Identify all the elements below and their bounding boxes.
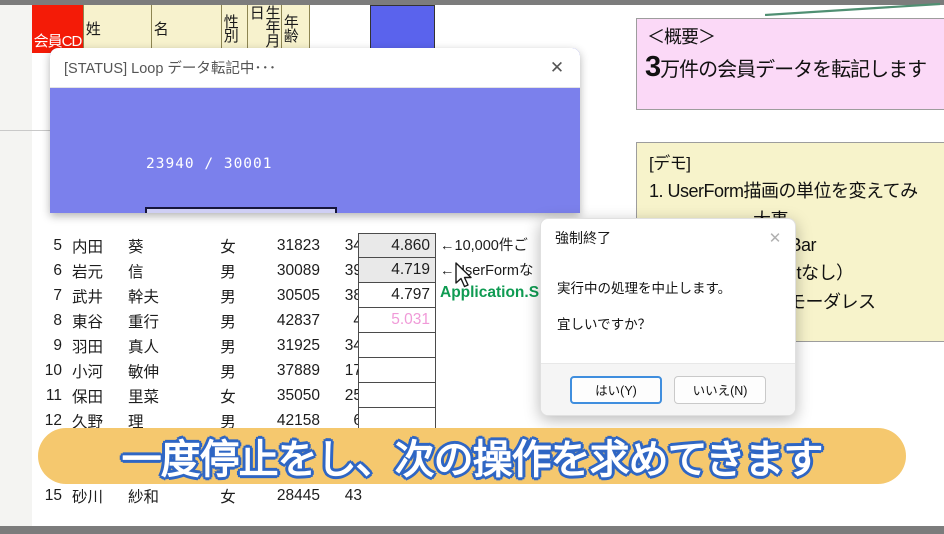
cell-birthday: 37889: [276, 361, 320, 379]
dialog-message-line-1: 実行中の処理を中止します。: [557, 281, 732, 296]
cell-first-name: 信: [128, 263, 144, 281]
mouse-cursor: [455, 262, 475, 295]
cell-row-number: 12: [44, 411, 62, 429]
summary-note: ＜概要＞ 3万件の会員データを転記します: [636, 18, 944, 110]
header-blue-block: [370, 5, 435, 53]
cell-row-number: 9: [53, 336, 62, 354]
header-first-name: 名: [152, 5, 222, 53]
summary-count: 3: [645, 51, 661, 83]
demo-line-1: 1. UserForm描画の単位を変えてみ: [649, 181, 918, 201]
cell-row-number: 8: [53, 311, 62, 329]
header-age: 年齢: [282, 5, 310, 53]
progress-counter: 23940 / 30001: [146, 156, 273, 172]
cell-sex: 女: [220, 238, 236, 256]
cell-age: 38: [344, 286, 362, 304]
table-row[interactable]: 15 砂川 紗和 女 28445 43: [0, 483, 944, 508]
cell-row-number: 5: [53, 236, 62, 254]
cell-sex: 男: [220, 288, 236, 306]
cell-age: 34: [344, 236, 362, 254]
cell-birthday: 30089: [276, 261, 320, 279]
summary-body: 3万件の会員データを転記します: [637, 49, 944, 84]
dialog-footer: はい(Y) いいえ(N): [541, 363, 795, 415]
abort-button[interactable]: 強制終了: [145, 207, 337, 213]
cell-first-name: 敏伸: [128, 363, 160, 381]
close-icon[interactable]: ✕: [534, 48, 580, 88]
dialog-body: 実行中の処理を中止します。 宜しいですか？: [541, 257, 795, 333]
cell-age: 25: [344, 386, 362, 404]
cell-birthday: 31823: [276, 236, 320, 254]
close-icon[interactable]: ✕: [755, 219, 795, 257]
cell-elapsed-value[interactable]: 5.031: [358, 308, 436, 333]
cell-sex: 男: [220, 313, 236, 331]
cell-birthday: 35050: [276, 386, 320, 404]
table-header-row: 会員CD 姓 名 性別 生年月日 年齢: [32, 5, 310, 53]
cell-elapsed-value[interactable]: [358, 358, 436, 383]
cell-first-name: 真人: [128, 338, 160, 356]
cell-elapsed-value[interactable]: [358, 383, 436, 408]
cell-row-number: 11: [45, 386, 62, 404]
header-birthday: 生年月日: [248, 5, 282, 53]
cell-elapsed-value[interactable]: 4.719: [358, 258, 436, 283]
cell-age: 39: [344, 261, 362, 279]
header-member-cd: 会員CD: [32, 5, 84, 53]
cell-sex: 女: [220, 488, 236, 506]
cell-last-name: 東谷: [72, 313, 104, 331]
summary-body-text: 万件の会員データを転記します: [660, 59, 927, 81]
cell-sex: 男: [220, 263, 236, 281]
cell-first-name: 重行: [128, 313, 160, 331]
confirm-dialog[interactable]: 強制終了 ✕ 実行中の処理を中止します。 宜しいですか？ はい(Y) いいえ(N…: [540, 218, 796, 416]
header-last-name: 姓: [84, 5, 152, 53]
cell-last-name: 小河: [72, 363, 104, 381]
cell-elapsed-value[interactable]: 4.860: [358, 233, 436, 258]
cell-row-number: 10: [44, 361, 62, 379]
cell-birthday: 30505: [276, 286, 320, 304]
letterbox-bottom: [0, 526, 944, 534]
cell-sex: 女: [220, 388, 236, 406]
cell-annotation: ←10,000件ご: [440, 238, 528, 254]
cell-last-name: 武井: [72, 288, 104, 306]
cell-first-name: 幹夫: [128, 288, 160, 306]
userform-titlebar[interactable]: [STATUS] Loop データ転記中･･･ ✕: [50, 48, 580, 88]
status-userform[interactable]: [STATUS] Loop データ転記中･･･ ✕ 23940 / 30001 …: [50, 48, 580, 213]
cell-birthday: 42837: [276, 311, 320, 329]
summary-heading: ＜概要＞: [647, 27, 716, 47]
table-row[interactable]: 11 保田 里菜 女 35050 25: [0, 383, 944, 408]
cell-age: 34: [344, 336, 362, 354]
cell-last-name: 羽田: [72, 338, 104, 356]
cell-row-number: 15: [44, 486, 62, 504]
cell-row-number: 7: [53, 286, 62, 304]
table-row[interactable]: 10 小河 敏伸 男 37889 17: [0, 358, 944, 383]
cell-birthday: 28445: [276, 486, 320, 504]
cell-first-name: 里菜: [128, 388, 160, 406]
subtitle-text: 一度停止をし、次の操作を求めてきます: [121, 438, 824, 482]
cell-last-name: 砂川: [72, 488, 104, 506]
cell-birthday: 31925: [276, 336, 320, 354]
screen-root: 会員CD 姓 名 性別 生年月日 年齢 5 内田葵女 31823 34 4.860 ←10…: [0, 0, 944, 534]
cell-last-name: 保田: [72, 388, 104, 406]
cell-age: 4: [320, 312, 362, 330]
demo-heading: [デモ]: [649, 154, 691, 173]
cell-first-name: 葵: [128, 238, 144, 256]
cell-last-name: 岩元: [72, 263, 104, 281]
header-sex: 性別: [222, 5, 248, 53]
userform-title: [STATUS] Loop データ転記中･･･: [64, 61, 277, 77]
cell-elapsed-value[interactable]: [358, 333, 436, 358]
cell-elapsed-value[interactable]: 4.797: [358, 283, 436, 308]
cell-first-name: 紗和: [128, 488, 160, 506]
cell-sex: 男: [220, 363, 236, 381]
cell-last-name: 内田: [72, 238, 104, 256]
yes-button[interactable]: はい(Y): [570, 375, 662, 404]
cell-row-number: 6: [53, 261, 62, 279]
cell-age: 17: [344, 361, 362, 379]
dialog-message-line-2: 宜しいですか？: [557, 317, 652, 332]
no-button[interactable]: いいえ(N): [674, 375, 766, 404]
dialog-title: 強制終了: [555, 230, 611, 246]
cell-sex: 男: [220, 338, 236, 356]
cell-age: 43: [344, 486, 362, 504]
green-slash-decoration: [765, 2, 944, 16]
dialog-titlebar[interactable]: 強制終了 ✕: [541, 219, 795, 257]
